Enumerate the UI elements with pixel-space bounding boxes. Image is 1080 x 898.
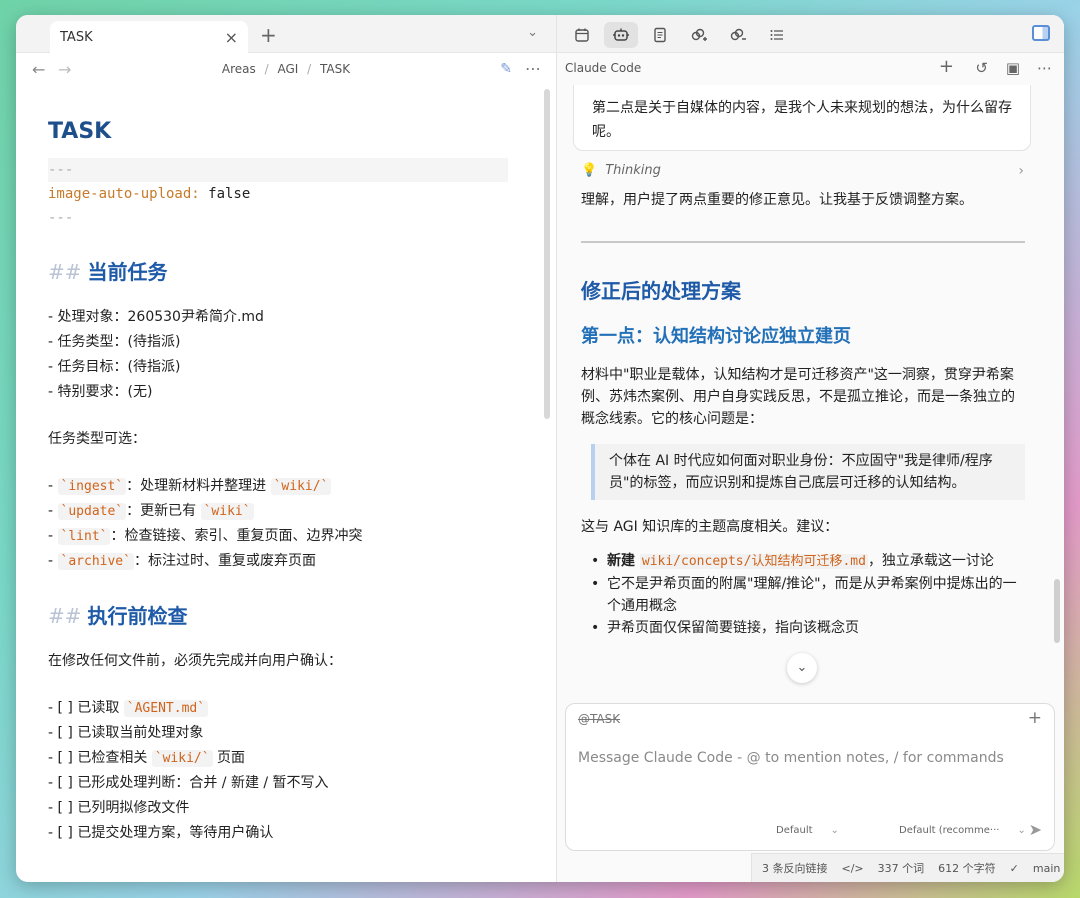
more-options-icon[interactable]: ⋯: [525, 59, 542, 78]
chat-scrollbar[interactable]: [1054, 579, 1060, 643]
app-window: TASK × + ⌄ ← → Areas / AGI / TASK ✎ ⋯ TA…: [16, 15, 1064, 882]
suggestion-list: 新建 wiki/concepts/认知结构可迁移.md，独立承载这一讨论 它不是…: [581, 550, 1025, 639]
task-types-list: - `ingest` ：处理新材料并整理进 `wiki/` - `update`：…: [48, 474, 508, 574]
link-remove-icon[interactable]: [721, 22, 755, 48]
mode-select[interactable]: Default (recomme··· ⌄: [899, 825, 1026, 836]
save-icon[interactable]: ▣: [1006, 59, 1020, 77]
checklist-item[interactable]: - [ ] 已检查相关 `wiki/` 页面: [48, 746, 508, 771]
chevron-down-icon[interactable]: ⌄: [527, 25, 538, 40]
frontmatter-key: image-auto-upload:: [48, 186, 200, 202]
chat-pane: Claude Code + ↺ ▣ ⋯ 第二点是关于自媒体的内容，是我个人未来规…: [557, 15, 1064, 882]
new-chat-icon[interactable]: +: [939, 56, 954, 77]
backlinks-count[interactable]: 3 条反向链接: [762, 860, 828, 876]
tab-task[interactable]: TASK ×: [50, 21, 248, 53]
document-body[interactable]: TASK --- image-auto-upload: false --- ##…: [48, 87, 508, 846]
history-icon[interactable]: ↺: [975, 59, 988, 77]
list-item: 它不是尹希页面的附属"理解/推论"，而是从尹希案例中提炼出的一个通用概念: [581, 573, 1025, 617]
list-item: - 任务类型：(待指派): [48, 334, 181, 350]
status-bar: 3 条反向链接 </> 337 个词 612 个字符 ✓ main: [751, 853, 1064, 882]
edit-icon[interactable]: ✎: [500, 61, 512, 77]
model-select[interactable]: Default ⌄: [776, 825, 839, 836]
frontmatter-value: false: [199, 186, 251, 202]
chat-title: Claude Code: [565, 61, 642, 75]
breadcrumb-separator: /: [307, 62, 312, 76]
checklist: - [ ] 已读取 `AGENT.md` - [ ] 已读取当前处理对象 - […: [48, 696, 508, 846]
list-icon[interactable]: [760, 22, 794, 48]
frontmatter-delimiter: ---: [48, 158, 508, 182]
breadcrumb-separator: /: [264, 62, 269, 76]
list-item: - 任务目标：(待指派): [48, 359, 181, 375]
document-title: TASK: [48, 119, 112, 144]
checklist-item[interactable]: - [ ] 已读取 `AGENT.md`: [48, 696, 508, 721]
git-branch[interactable]: main: [1033, 862, 1060, 875]
list-item: 新建 wiki/concepts/认知结构可迁移.md，独立承载这一讨论: [581, 550, 1025, 573]
list-item: - 特别要求：(无): [48, 384, 153, 400]
breadcrumb-areas[interactable]: Areas: [222, 62, 256, 76]
send-icon[interactable]: ➤: [1029, 820, 1042, 839]
check-icon[interactable]: ✓: [1010, 862, 1019, 875]
checklist-item[interactable]: - [ ] 已提交处理方案，等待用户确认: [48, 821, 508, 846]
calendar-icon[interactable]: [565, 22, 599, 48]
more-options-icon[interactable]: ⋯: [1037, 59, 1052, 77]
chat-messages[interactable]: 第二点是关于自媒体的内容，是我个人未来规划的想法，为什么留存呢。 💡 Thinki…: [557, 85, 1064, 685]
add-context-icon[interactable]: +: [1028, 708, 1042, 728]
section-heading-current-task: ## 当前任务: [48, 260, 168, 284]
close-icon[interactable]: ×: [225, 28, 238, 47]
nav-bar: ← → Areas / AGI / TASK ✎ ⋯: [16, 53, 556, 87]
list-item: - `update` ：更新已有 `wiki`: [48, 499, 508, 524]
section-heading-precheck: ## 执行前检查: [48, 604, 188, 628]
reply-subheading: 第一点：认知结构讨论应独立建页: [581, 326, 851, 347]
reply-paragraph: 材料中"职业是载体，认知结构才是可迁移资产"这一洞察，贯穿尹希案例、苏炜杰案例、…: [581, 367, 1015, 427]
link-add-icon[interactable]: [682, 22, 716, 48]
list-item: - 处理对象：260530尹希简介.md: [48, 309, 264, 325]
list-item: - `archive` ：标注过时、重复或废弃页面: [48, 553, 316, 570]
char-count: 612 个字符: [938, 862, 996, 875]
checklist-item[interactable]: - [ ] 已形成处理判断：合并 / 新建 / 暂不写入: [48, 771, 508, 796]
checklist-item[interactable]: - [ ] 已读取当前处理对象: [48, 721, 508, 746]
assistant-message: 理解，用户提了两点重要的修正意见。让我基于反馈调整方案。 修正后的处理方案 第一…: [581, 189, 1025, 639]
list-item: - `ingest` ：处理新材料并整理进 `wiki/`: [48, 474, 508, 499]
task-types-heading: 任务类型可选：: [48, 431, 146, 447]
reply-intro: 理解，用户提了两点重要的修正意见。让我基于反馈调整方案。: [581, 192, 973, 208]
reply-paragraph: 这与 AGI 知识库的主题高度相关。建议：: [581, 519, 839, 535]
breadcrumb-agi[interactable]: AGI: [277, 62, 298, 76]
blockquote: 个体在 AI 时代应如何面对职业身份：不应固守"我是律师/程序员"的标签，而应识…: [591, 444, 1025, 500]
reply-heading: 修正后的处理方案: [581, 279, 741, 303]
word-count: 337 个词: [877, 862, 925, 875]
divider: [581, 241, 1025, 243]
tab-label: TASK: [60, 29, 93, 45]
mention-chip[interactable]: @TASK: [578, 712, 620, 726]
sidebar-toggle-icon[interactable]: [1032, 25, 1050, 41]
task-info-list: - 处理对象：260530尹希简介.md - 任务类型：(待指派) - 任务目标…: [48, 305, 508, 405]
list-item: - `lint` ：检查链接、索引、重复页面、边界冲突: [48, 528, 363, 545]
list-item: 尹希页面仅保留简要链接，指向该概念页: [581, 617, 1025, 639]
breadcrumb: Areas / AGI / TASK: [16, 62, 556, 76]
breadcrumb-task[interactable]: TASK: [320, 62, 350, 76]
precheck-intro: 在修改任何文件前，必须先完成并向用户确认：: [48, 653, 342, 669]
scroll-down-icon[interactable]: ⌄: [787, 653, 817, 683]
editor-pane: TASK × + ⌄ ← → Areas / AGI / TASK ✎ ⋯ TA…: [16, 15, 557, 882]
checklist-item[interactable]: - [ ] 已列明拟修改文件: [48, 796, 508, 821]
thinking-toggle[interactable]: 💡 Thinking: [581, 163, 661, 178]
chat-header: Claude Code + ↺ ▣ ⋯: [557, 53, 1064, 83]
sidebar-toolbar: [557, 15, 1064, 53]
user-message: 第二点是关于自媒体的内容，是我个人未来规划的想法，为什么留存呢。: [573, 85, 1031, 151]
message-composer: @TASK + Default⌄ Default (recomme···⌄ ➤: [565, 703, 1055, 851]
chevron-right-icon[interactable]: ›: [1018, 163, 1024, 179]
message-input[interactable]: [578, 750, 1038, 766]
editor-scrollbar[interactable]: [544, 89, 550, 419]
tab-bar: TASK × + ⌄: [16, 15, 556, 53]
new-tab-icon[interactable]: +: [260, 23, 277, 47]
robot-icon[interactable]: [604, 22, 638, 48]
document-icon[interactable]: [643, 22, 677, 48]
frontmatter: --- image-auto-upload: false ---: [48, 158, 508, 230]
lightbulb-icon: 💡: [581, 163, 598, 178]
code-icon[interactable]: </>: [842, 862, 864, 875]
frontmatter-delimiter: ---: [48, 210, 74, 226]
